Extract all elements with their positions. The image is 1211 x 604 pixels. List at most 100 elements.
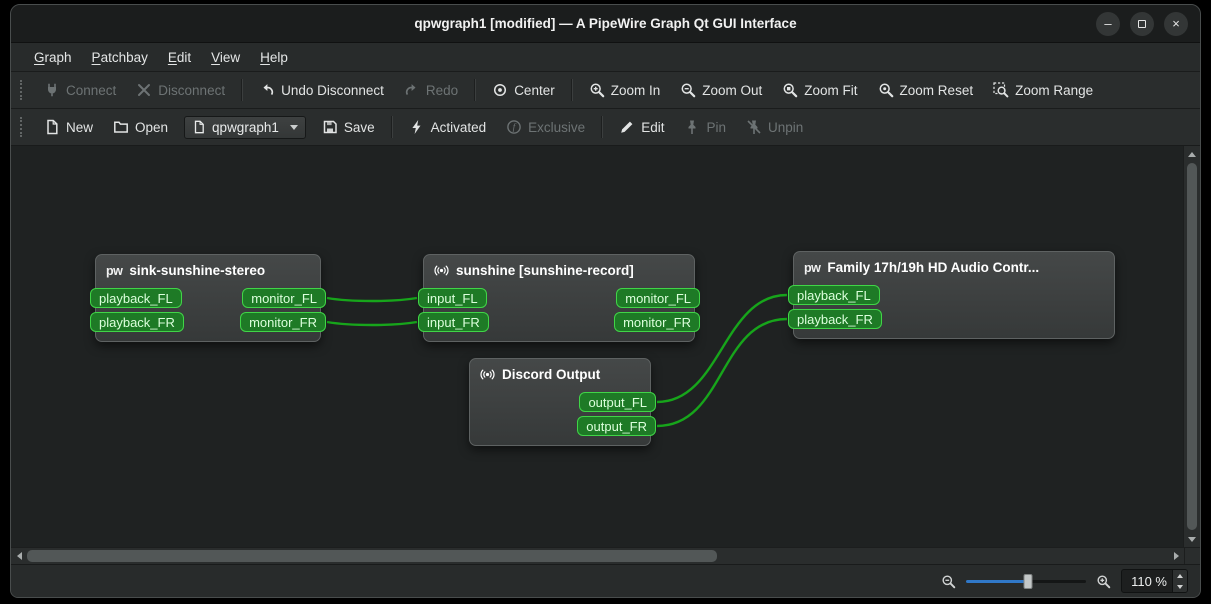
- minimize-button[interactable]: –: [1096, 11, 1120, 36]
- edit-label: Edit: [641, 119, 665, 135]
- toolbar-separator: [390, 116, 393, 138]
- menu-help[interactable]: Help: [251, 47, 297, 68]
- zoom-out-icon: [942, 574, 956, 588]
- horizontal-scrollbar[interactable]: [11, 547, 1200, 564]
- zoom-fit-label: Zoom Fit: [804, 82, 858, 98]
- port-input[interactable]: input_FL: [418, 288, 487, 308]
- node-sink-sunshine-stereo[interactable]: pw sink-sunshine-stereo playback_FL moni…: [90, 254, 326, 342]
- port-output[interactable]: output_FR: [577, 416, 656, 436]
- menu-bar: Graph Patchbay Edit View Help: [11, 43, 1200, 71]
- maximize-button[interactable]: [1130, 11, 1154, 36]
- horizontal-scrollbar-track[interactable]: [27, 548, 1168, 564]
- node-header: pw Family 17h/19h HD Audio Contr...: [794, 252, 1114, 279]
- connection-wire[interactable]: [326, 296, 418, 303]
- activated-button[interactable]: Activated: [400, 114, 496, 140]
- node-ports: output_FL output_FR: [470, 386, 656, 445]
- node-sunshine[interactable]: sunshine [sunshine-record] input_FL moni…: [418, 254, 700, 342]
- new-button[interactable]: New: [35, 114, 102, 140]
- horizontal-scrollbar-thumb[interactable]: [27, 550, 717, 562]
- undo-icon: [263, 84, 274, 96]
- exclusive-label: Exclusive: [528, 119, 586, 135]
- status-bar: 110 %: [11, 564, 1200, 597]
- zoom-spinbox[interactable]: 110 %: [1121, 569, 1188, 593]
- port-input[interactable]: playback_FL: [90, 288, 182, 308]
- menu-view[interactable]: View: [202, 47, 249, 68]
- open-folder-icon: [114, 121, 128, 133]
- graph-canvas[interactable]: pw sink-sunshine-stereo playback_FL moni…: [11, 146, 1183, 547]
- port-input[interactable]: playback_FR: [90, 312, 184, 332]
- open-button[interactable]: Open: [104, 114, 177, 140]
- node-header: Discord Output: [470, 359, 650, 386]
- menu-patchbay[interactable]: Patchbay: [83, 47, 157, 68]
- exclusive-button: f Exclusive: [497, 114, 594, 140]
- zoom-in-button[interactable]: Zoom In: [580, 77, 670, 103]
- edit-button[interactable]: Edit: [610, 114, 673, 140]
- port-output[interactable]: output_FL: [579, 392, 656, 412]
- node-title: Family 17h/19h HD Audio Contr...: [827, 260, 1040, 275]
- zoom-reset-button[interactable]: Zoom Reset: [869, 77, 983, 103]
- center-label: Center: [514, 82, 555, 98]
- scroll-right-arrow[interactable]: [1168, 548, 1184, 564]
- pipewire-icon: pw: [106, 263, 123, 278]
- vertical-scrollbar[interactable]: [1183, 146, 1200, 547]
- file-toolbar: New Open qpwgraph1 Save Activated f Excl…: [11, 108, 1200, 145]
- node-title: sunshine [sunshine-record]: [456, 263, 634, 278]
- port-output[interactable]: monitor_FL: [616, 288, 700, 308]
- zoom-value[interactable]: 110 %: [1122, 570, 1172, 592]
- zoom-slider[interactable]: [966, 572, 1086, 590]
- close-button[interactable]: ×: [1164, 11, 1188, 36]
- scroll-left-arrow[interactable]: [11, 548, 27, 564]
- redo-icon: [405, 84, 416, 96]
- toolbar-drag-handle[interactable]: [20, 80, 24, 100]
- node-header: sunshine [sunshine-record]: [424, 255, 694, 282]
- toolbar-separator: [241, 79, 244, 101]
- zoom-out-icon: [681, 83, 696, 98]
- disconnect-label: Disconnect: [158, 82, 226, 98]
- menu-edit[interactable]: Edit: [159, 47, 200, 68]
- disconnect-icon: [138, 84, 151, 96]
- menu-graph[interactable]: Graph: [25, 47, 81, 68]
- save-label: Save: [343, 119, 375, 135]
- zoom-slider-handle[interactable]: [1023, 574, 1033, 589]
- scroll-down-arrow[interactable]: [1184, 531, 1200, 547]
- zoom-spin-up-button[interactable]: [1173, 570, 1187, 581]
- zoom-in-label: Zoom In: [610, 82, 661, 98]
- zoom-spin-down-button[interactable]: [1173, 581, 1187, 592]
- center-button[interactable]: Center: [483, 77, 564, 103]
- port-input[interactable]: playback_FR: [788, 309, 882, 329]
- main-content: pw sink-sunshine-stereo playback_FL moni…: [11, 145, 1200, 547]
- port-output[interactable]: monitor_FR: [240, 312, 326, 332]
- vertical-scrollbar-thumb[interactable]: [1187, 163, 1197, 530]
- save-button[interactable]: Save: [313, 114, 384, 140]
- connection-wire[interactable]: [326, 320, 418, 327]
- stream-icon: [480, 369, 495, 380]
- pin-label: Pin: [706, 119, 726, 135]
- zoom-fit-button[interactable]: Zoom Fit: [773, 77, 866, 103]
- zoom-in-icon: [590, 83, 605, 98]
- node-ports: input_FL monitor_FL input_FR monitor_FR: [418, 282, 700, 341]
- lightning-icon: [412, 120, 421, 134]
- zoom-out-button[interactable]: Zoom Out: [671, 77, 771, 103]
- zoom-range-button[interactable]: Zoom Range: [984, 77, 1102, 103]
- new-file-icon: [47, 119, 58, 135]
- window-title: qpwgraph1 [modified] — A PipeWire Graph …: [414, 16, 797, 31]
- port-output[interactable]: monitor_FR: [614, 312, 700, 332]
- svg-text:f: f: [513, 122, 517, 133]
- scroll-up-arrow[interactable]: [1184, 146, 1200, 162]
- pin-button: Pin: [675, 114, 735, 140]
- node-family-hd-audio[interactable]: pw Family 17h/19h HD Audio Contr... play…: [788, 251, 1115, 339]
- toolbar-separator: [474, 79, 477, 101]
- node-ports: playback_FL monitor_FL playback_FR monit…: [90, 282, 326, 341]
- port-input[interactable]: input_FR: [418, 312, 489, 332]
- toolbar-drag-handle[interactable]: [20, 117, 24, 137]
- title-bar[interactable]: qpwgraph1 [modified] — A PipeWire Graph …: [11, 5, 1200, 43]
- port-output[interactable]: monitor_FL: [242, 288, 326, 308]
- pipewire-icon: pw: [804, 260, 821, 275]
- undo-disconnect-button[interactable]: Undo Disconnect: [250, 77, 393, 103]
- session-combobox[interactable]: qpwgraph1: [184, 115, 306, 139]
- disconnect-button: Disconnect: [127, 77, 234, 103]
- node-discord-output[interactable]: Discord Output output_FL output_FR: [469, 358, 656, 446]
- undo-disconnect-label: Undo Disconnect: [281, 82, 384, 98]
- node-header: pw sink-sunshine-stereo: [96, 255, 320, 282]
- port-input[interactable]: playback_FL: [788, 285, 880, 305]
